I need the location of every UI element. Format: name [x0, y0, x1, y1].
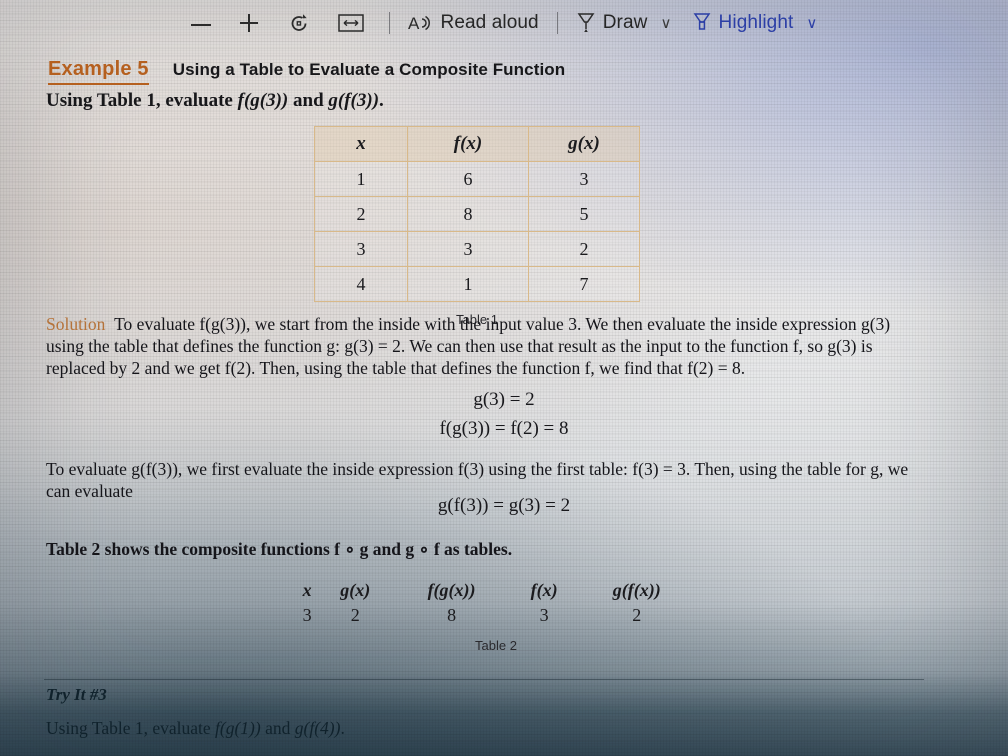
table-row: 2 8 5: [314, 196, 640, 232]
table-row: 4 1 7: [314, 266, 640, 302]
minus-icon: [190, 21, 211, 26]
table-1-cell: 7: [528, 266, 640, 302]
highlighter-icon: [692, 11, 712, 35]
table-1-cell: 3: [528, 161, 640, 197]
table-row-header: x f(x) g(x): [314, 126, 640, 162]
try-it-text: Using Table 1, evaluate f(g(1)) and g(f(…: [46, 718, 345, 739]
chevron-down-icon[interactable]: ∨: [806, 14, 817, 32]
table-2-header-cell: g(x): [340, 580, 371, 600]
highlight-label: Highlight: [718, 12, 794, 33]
table-2-cell: 3: [302, 605, 312, 625]
table-1-cell: 1: [407, 266, 529, 302]
solution-paragraph-1: Solution To evaluate f(g(3)), we start f…: [46, 313, 926, 379]
table-1-cell: 8: [407, 196, 529, 232]
pen-icon: [576, 11, 596, 35]
table-row: 3 2 8 3 2: [296, 603, 696, 628]
equation-3: g(f(3)) = g(3) = 2: [437, 495, 571, 516]
toolbar-separator-1: [388, 12, 390, 34]
instruction-mid: and: [288, 90, 329, 111]
solution-label: Solution: [46, 314, 106, 334]
table-1-cell: 1: [314, 161, 408, 197]
table-row: 1 6 3: [314, 161, 640, 197]
table-2-header-cell: g(f(x)): [612, 580, 661, 600]
table-1-cell: 2: [528, 231, 640, 267]
instruction-expression-2: g(f(3)): [328, 90, 380, 111]
highlight-button[interactable]: Highlight ∨: [682, 9, 828, 37]
table-2-header-cell: f(x): [530, 580, 558, 600]
pdf-viewer-toolbar: A Read aloud Draw ∨ Highlight ∨: [0, 0, 1008, 46]
table-2-cell: 2: [350, 605, 360, 625]
solution-paragraph-1-text: To evaluate f(g(3)), we start from the i…: [46, 314, 891, 378]
read-aloud-label: Read aloud: [440, 12, 539, 33]
fit-to-width-icon: [337, 13, 364, 33]
table-2-cell: 8: [447, 605, 457, 625]
table-1-cell: 2: [314, 196, 408, 232]
table-1: x f(x) g(x) 1 6 3 2 8 5 3 3 2 4 1 7 Tabl…: [314, 126, 640, 327]
try-it-label: Try It #3: [46, 685, 107, 704]
table-1-header-cell: x: [314, 126, 408, 162]
table-1-cell: 5: [528, 196, 640, 232]
table-1-cell: 3: [314, 231, 408, 267]
table-row-header: x g(x) f(g(x)) f(x) g(f(x)): [296, 578, 696, 603]
read-aloud-button[interactable]: A Read aloud: [398, 10, 549, 36]
example-title: Using a Table to Evaluate a Composite Fu…: [172, 60, 566, 79]
try-it-expression-2: g(f(4)): [294, 718, 341, 738]
example-instruction: Using Table 1, evaluate f(g(3)) and g(f(…: [46, 90, 384, 112]
chevron-down-icon[interactable]: ∨: [660, 14, 671, 32]
table-1-header-cell: f(x): [407, 126, 529, 162]
rotate-clockwise-icon: [287, 11, 311, 35]
table-1-cell: 3: [407, 231, 529, 267]
try-it-suffix: .: [340, 718, 345, 738]
table-2-header-cell: x: [302, 580, 312, 600]
draw-button[interactable]: Draw ∨: [566, 9, 682, 37]
try-it-expression-1: f(g(1)): [215, 718, 261, 738]
instruction-expression-1: f(g(3)): [237, 90, 289, 111]
solution-paragraph-3: Table 2 shows the composite functions f …: [46, 539, 513, 559]
zoom-out-button[interactable]: [181, 19, 228, 28]
toolbar-separator-2: [556, 12, 558, 34]
zoom-in-button[interactable]: [228, 10, 277, 36]
table-2-cell: 3: [539, 605, 549, 625]
table-1-header-cell: g(x): [528, 126, 640, 162]
svg-text:A: A: [408, 14, 420, 33]
fit-to-width-button[interactable]: [328, 11, 381, 35]
table-2: x g(x) f(g(x)) f(x) g(f(x)) 3 2 8 3 2 Ta…: [296, 578, 696, 653]
instruction-suffix: .: [379, 90, 384, 111]
draw-label: Draw: [602, 12, 648, 33]
table-1-cell: 4: [314, 266, 408, 302]
equation-1: g(3) = 2: [473, 389, 535, 410]
equation-2: f(g(3)) = f(2) = 8: [439, 418, 569, 439]
table-row: 3 3 2: [314, 231, 640, 267]
pdf-document-page: Example 5 Using a Table to Evaluate a Co…: [0, 0, 1008, 756]
table-2-cell: 2: [632, 605, 642, 625]
example-heading: Example 5 Using a Table to Evaluate a Co…: [48, 58, 565, 85]
try-it-mid: and: [260, 718, 295, 738]
plus-icon: [238, 12, 260, 34]
instruction-prefix: Using Table 1, evaluate: [46, 90, 238, 111]
section-divider: [44, 679, 924, 680]
table-2-caption: Table 2: [475, 638, 517, 653]
table-1-cell: 6: [407, 161, 529, 197]
read-aloud-icon: A: [408, 12, 434, 34]
table-2-header-cell: f(g(x)): [427, 580, 476, 600]
try-it-prefix: Using Table 1, evaluate: [46, 718, 216, 738]
rotate-button[interactable]: [277, 9, 328, 37]
example-label: Example 5: [48, 58, 149, 85]
